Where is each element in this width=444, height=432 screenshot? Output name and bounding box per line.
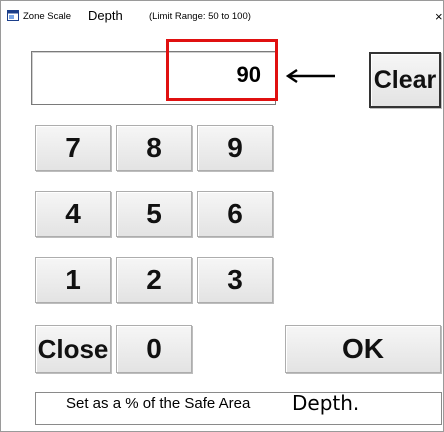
clear-button[interactable]: Clear — [369, 52, 441, 108]
ok-button[interactable]: OK — [285, 325, 441, 373]
left-arrow-icon[interactable] — [284, 68, 336, 84]
key-8-button[interactable]: 8 — [116, 125, 192, 171]
status-text: Set as a % of the Safe Area — [66, 395, 251, 412]
key-3-button[interactable]: 3 — [197, 257, 273, 303]
window-title-overlay: Depth — [88, 8, 123, 23]
key-9-button[interactable]: 9 — [197, 125, 273, 171]
key-6-button[interactable]: 6 — [197, 191, 273, 237]
dialog-window: Zone Scale Depth (Limit Range: 50 to 100… — [0, 0, 444, 432]
key-1-button[interactable]: 1 — [35, 257, 111, 303]
key-5-button[interactable]: 5 — [116, 191, 192, 237]
app-window-icon — [7, 10, 19, 21]
window-title: Zone Scale — [23, 11, 72, 22]
limit-range-text: (Limit Range: 50 to 100) — [149, 11, 251, 22]
key-2-button[interactable]: 2 — [116, 257, 192, 303]
close-button[interactable]: Close — [35, 325, 111, 373]
status-text-overlay: Depth. — [292, 391, 360, 415]
key-0-button[interactable]: 0 — [116, 325, 192, 373]
value-highlight-box — [166, 39, 278, 101]
key-7-button[interactable]: 7 — [35, 125, 111, 171]
key-4-button[interactable]: 4 — [35, 191, 111, 237]
title-bar: Zone Scale Depth (Limit Range: 50 to 100… — [1, 1, 443, 31]
close-window-icon[interactable]: × — [435, 9, 443, 24]
